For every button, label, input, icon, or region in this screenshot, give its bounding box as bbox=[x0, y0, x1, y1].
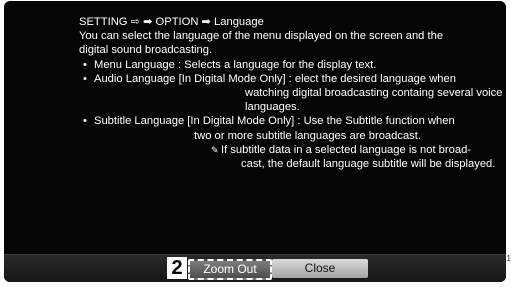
zoom-out-button[interactable]: Zoom Out bbox=[188, 259, 272, 280]
note-pencil-icon: ✎ bbox=[211, 144, 219, 155]
bullet-icon: • bbox=[83, 72, 87, 85]
help-screen: SETTING ⇨ ➡ OPTION ➡ Language You can se… bbox=[0, 0, 511, 287]
subtitle-note: ✎ If subtitle data in a selected languag… bbox=[79, 143, 489, 157]
subtitle-language-item: • Subtitle Language [In Digital Mode Onl… bbox=[79, 114, 489, 128]
subtitle-language-text: Subtitle Language [In Digital Mode Only]… bbox=[94, 115, 455, 128]
step-number-badge: 2 bbox=[167, 257, 187, 279]
note-text-line-2: cast, the default language subtitle will… bbox=[241, 158, 496, 171]
menu-language-item: • Menu Language : Selects a language for… bbox=[79, 58, 489, 72]
note-text-line-1: If subtitle data in a selected language … bbox=[221, 143, 472, 156]
audio-language-text-line-2: watching digital broadcasting containg s… bbox=[245, 87, 503, 100]
audio-language-text-line-3: languages. bbox=[245, 101, 300, 114]
bullet-icon: • bbox=[83, 115, 87, 128]
help-content: SETTING ⇨ ➡ OPTION ➡ Language You can se… bbox=[79, 15, 503, 171]
bullet-icon: • bbox=[83, 58, 87, 71]
page-number: 1 bbox=[506, 254, 511, 263]
menu-language-text: Menu Language : Selects a language for t… bbox=[94, 58, 377, 71]
help-panel: SETTING ⇨ ➡ OPTION ➡ Language You can se… bbox=[4, 1, 506, 282]
footer-bar: 2 Zoom Out Close bbox=[4, 254, 506, 282]
audio-language-text: Audio Language [In Digital Mode Only] : … bbox=[94, 72, 456, 85]
menu-path: SETTING ⇨ ➡ OPTION ➡ Language bbox=[79, 16, 264, 28]
subtitle-language-text-line-2: two or more subtitle languages are broad… bbox=[194, 129, 421, 142]
close-button[interactable]: Close bbox=[272, 259, 368, 278]
intro-text-line-2: digital sound broadcasting. bbox=[79, 44, 213, 57]
intro-text-line-1: You can select the language of the menu … bbox=[79, 30, 444, 43]
audio-language-item: • Audio Language [In Digital Mode Only] … bbox=[79, 72, 489, 86]
